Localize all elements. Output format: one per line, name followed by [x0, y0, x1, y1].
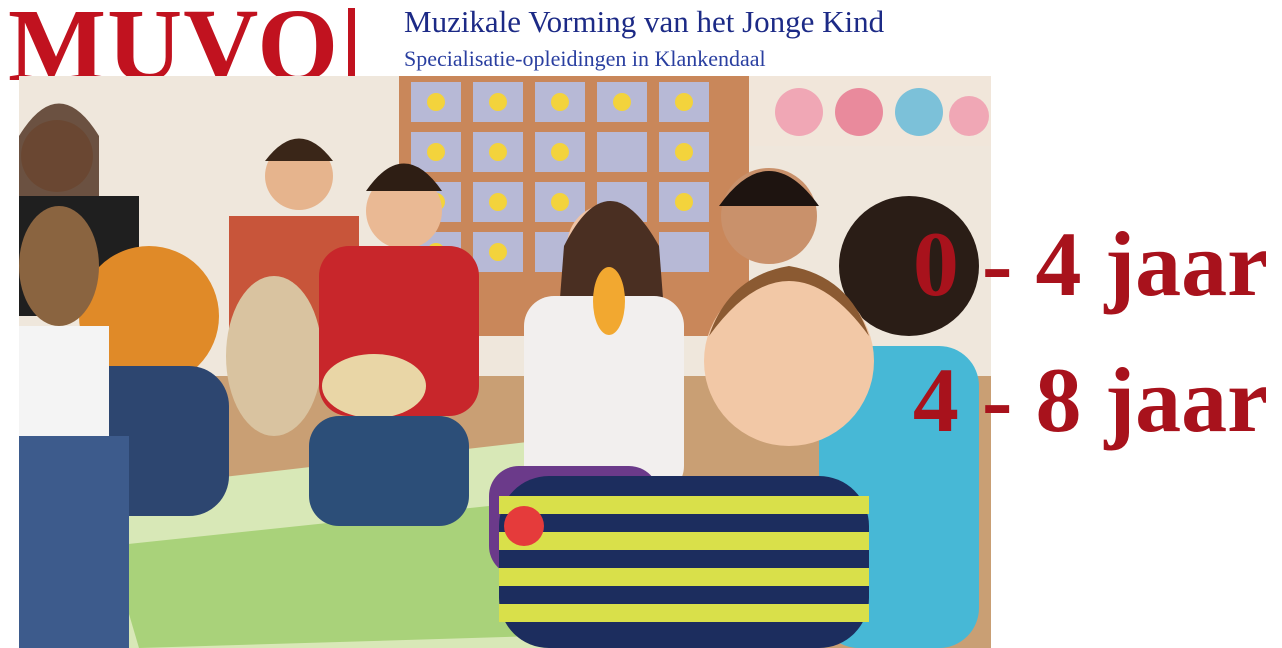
age-range-label: 0 - 4 jaar — [912, 213, 1268, 315]
classroom-illustration — [19, 76, 991, 648]
page-subtitle: Specialisatie-opleidingen in Klankendaal — [404, 46, 766, 71]
age-range-label: 4 - 8 jaar — [912, 349, 1268, 451]
classroom-photo — [19, 76, 991, 648]
page-title: Muzikale Vorming van het Jonge Kind — [404, 4, 885, 39]
